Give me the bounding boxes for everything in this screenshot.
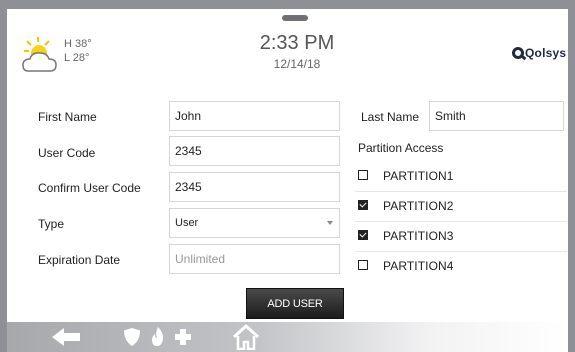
clock-time: 2:33 PM [259,32,335,54]
confirm-user-code-field[interactable]: 2345 [169,172,340,202]
confirm-user-code-label: Confirm User Code [38,181,141,195]
fire-icon[interactable] [147,322,169,352]
temp-high: H 38° [64,38,92,50]
partition-4-label: PARTITION4 [383,259,454,273]
clock-date: 12/14/18 [273,57,321,71]
type-select-value: User [175,217,199,229]
partition-3-label: PARTITION3 [383,229,454,243]
type-label: Type [38,217,65,231]
back-arrow-icon[interactable] [47,322,87,352]
partition-row-3[interactable]: PARTITION3 [355,222,567,252]
partly-cloudy-icon [22,37,57,72]
partition-2-checkbox[interactable] [358,200,368,210]
expiration-date-label: Expiration Date [38,253,121,267]
partition-row-1[interactable]: PARTITION1 [355,162,567,192]
shield-icon[interactable] [120,322,144,352]
partition-2-label: PARTITION2 [383,199,454,213]
type-select[interactable]: User [169,208,340,238]
partition-1-checkbox[interactable] [358,170,368,180]
weather-widget[interactable]: H 38° L 28° [22,35,112,77]
last-name-label: Last Name [361,110,420,124]
partition-1-label: PARTITION1 [383,169,454,183]
clock: 2:33 PM 12/14/18 [227,31,367,71]
last-name-field[interactable]: Smith [429,101,564,131]
partition-row-2[interactable]: PARTITION2 [355,192,567,222]
user-code-label: User Code [38,146,96,160]
panel-screen: H 38° L 28° 2:33 PM 12/14/18 Qolsys Firs… [7,9,568,352]
partition-4-checkbox[interactable] [358,260,368,270]
first-name-field[interactable]: John [169,101,340,131]
bottom-nav-bar [7,322,568,352]
partition-access-title: Partition Access [358,141,444,155]
user-code-field[interactable]: 2345 [169,136,340,166]
add-user-button[interactable]: ADD USER [246,288,344,319]
partition-row-4[interactable]: PARTITION4 [355,252,567,282]
home-icon[interactable] [229,322,263,352]
pull-down-handle[interactable] [282,15,308,21]
expiration-date-field[interactable]: Unlimited [169,244,340,274]
temp-low: L 28° [64,52,90,64]
temperature-readout: H 38° L 28° [64,37,92,65]
first-name-label: First Name [38,110,97,124]
logo-text: Qolsys [525,46,567,60]
logo-mark-icon [512,47,524,59]
brand-logo: Qolsys [512,46,566,60]
medical-cross-icon[interactable] [172,322,194,352]
dropdown-caret-icon [327,221,333,225]
partition-3-checkbox[interactable] [358,230,368,240]
device-frame: H 38° L 28° 2:33 PM 12/14/18 Qolsys Firs… [0,0,575,352]
